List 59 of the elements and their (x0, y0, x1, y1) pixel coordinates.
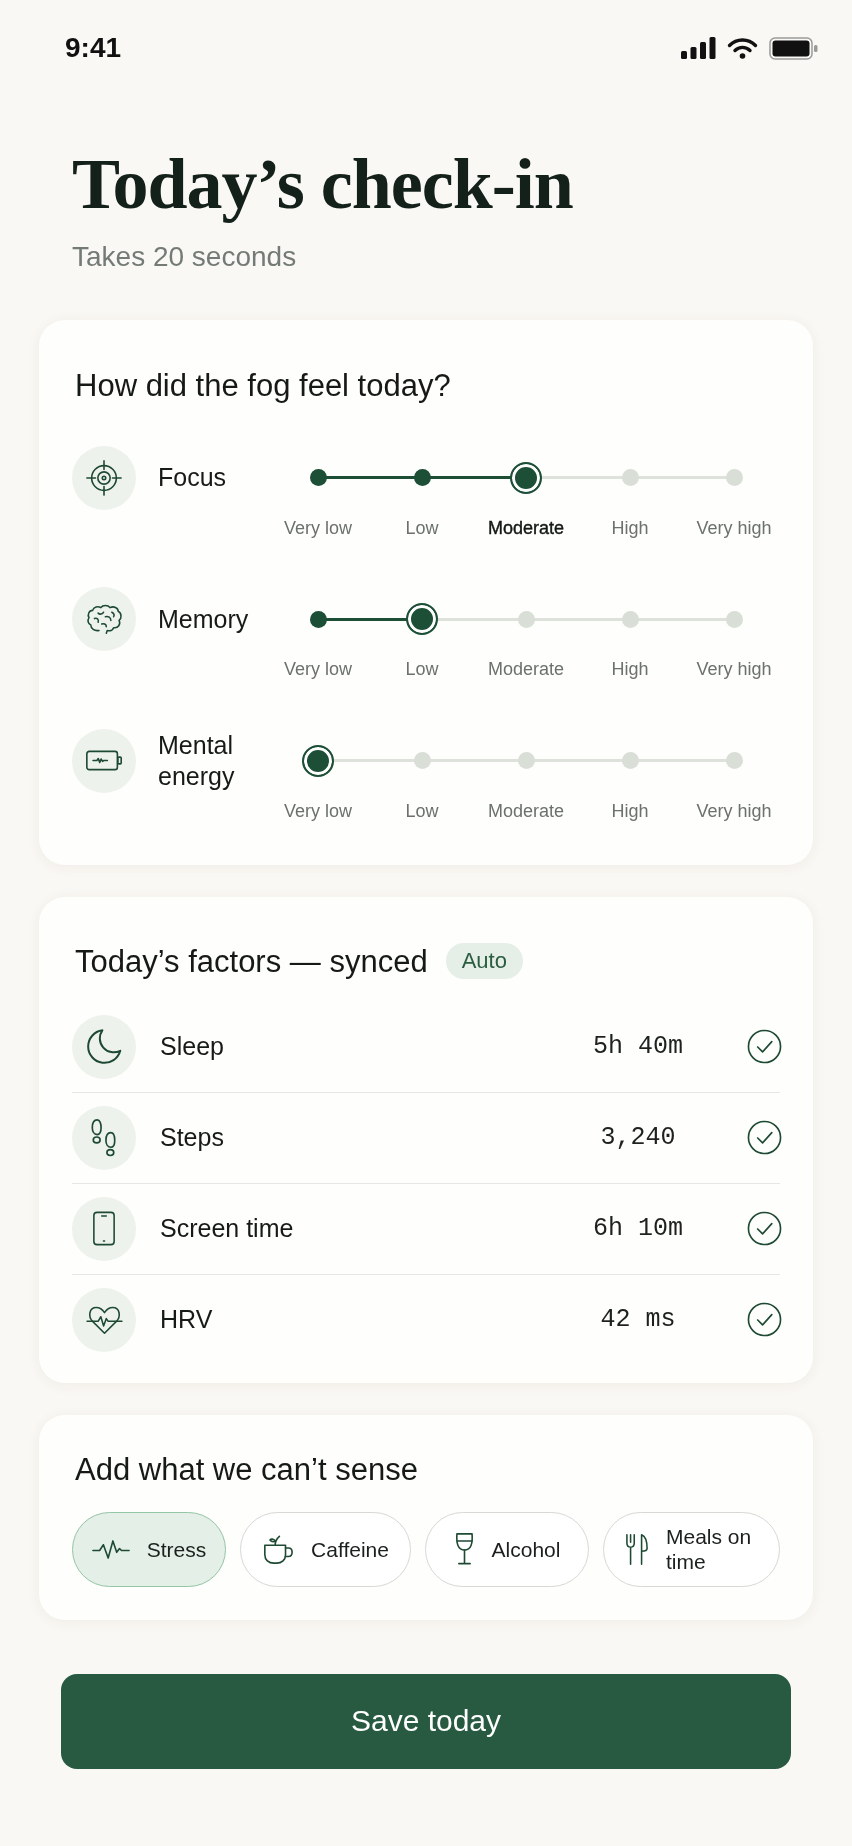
factor-name: Steps (160, 1123, 225, 1153)
rating-dot[interactable] (621, 469, 639, 487)
fork-knife-icon (625, 1532, 649, 1566)
rating-dot[interactable] (413, 469, 431, 487)
cup-icon (262, 1533, 295, 1566)
option-label: Low (404, 517, 440, 540)
wine-glass-icon (453, 1532, 475, 1567)
factor-value: 3,240 (599, 1123, 677, 1153)
save-button[interactable]: Save today (61, 1673, 791, 1769)
rating-dot[interactable] (309, 469, 327, 487)
option-label: High (610, 800, 650, 823)
option-label: Moderate (486, 517, 565, 540)
card-title: Today’s factors — synced (74, 942, 428, 980)
pulse-wave-icon (91, 1537, 130, 1561)
rating-dot[interactable] (406, 603, 438, 636)
page-subtitle: Takes 20 seconds (72, 240, 298, 274)
factor-name: Screen time (160, 1214, 295, 1244)
rating-name: Memory (158, 603, 249, 635)
factor-value: 42 ms (599, 1305, 677, 1335)
option-label: Very low (283, 659, 353, 681)
option-label: Moderate (486, 659, 565, 681)
rating-name: Mental energy (158, 729, 236, 792)
rating-dot[interactable] (302, 744, 334, 777)
rating-dot[interactable] (510, 461, 542, 494)
sync-badge: Auto (445, 943, 523, 980)
rating-dot[interactable] (413, 752, 431, 770)
rating-dot[interactable] (725, 610, 743, 628)
card-title: How did the fog feel today? (74, 366, 452, 404)
status-time: 9:41 (65, 34, 122, 62)
rating-dot[interactable] (517, 610, 535, 628)
factor-chip[interactable]: Meals on time (603, 1511, 780, 1587)
option-label: Very high (695, 659, 773, 681)
rating-dot[interactable] (621, 610, 639, 628)
rating-dot[interactable] (725, 752, 743, 770)
option-label: High (610, 517, 650, 540)
battery-level-icon (769, 36, 818, 60)
factor-chip[interactable]: Stress (72, 1511, 226, 1587)
signal-icon (681, 37, 716, 59)
option-label: Very low (283, 517, 353, 540)
rating-dot[interactable] (517, 752, 535, 770)
rating-dot[interactable] (725, 469, 743, 487)
factor-chip[interactable]: Caffeine (240, 1511, 411, 1587)
wifi-icon (727, 37, 758, 59)
option-label: Very low (283, 800, 353, 823)
option-label: Very high (695, 517, 773, 540)
rating-dot[interactable] (309, 610, 327, 628)
factor-name: HRV (160, 1305, 214, 1335)
factor-value: 6h 10m (592, 1214, 684, 1244)
rating-dot[interactable] (621, 752, 639, 770)
card-title: Add what we can’t sense (74, 1450, 419, 1488)
factor-name: Sleep (160, 1032, 225, 1062)
factor-chip[interactable]: Alcohol (425, 1511, 589, 1587)
option-label: Low (404, 800, 440, 823)
option-label: High (610, 659, 650, 681)
factor-value: 5h 40m (592, 1032, 684, 1062)
rating-name: Focus (158, 462, 227, 494)
option-label: Low (404, 659, 440, 681)
option-label: Moderate (486, 800, 565, 823)
option-label: Very high (695, 800, 773, 823)
